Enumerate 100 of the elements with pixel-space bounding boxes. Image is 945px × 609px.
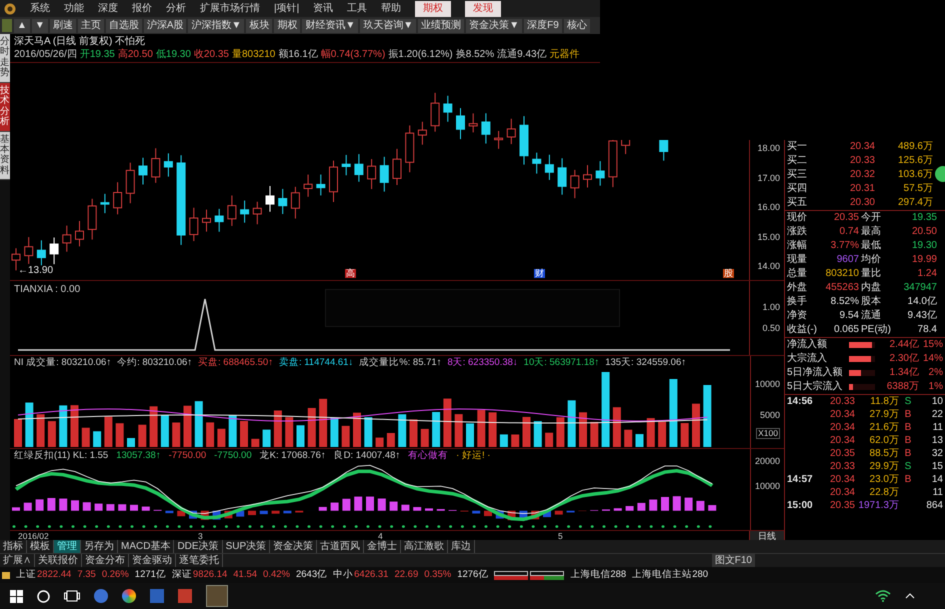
candlestick <box>380 156 389 192</box>
candlestick <box>570 169 580 199</box>
toolbar-button[interactable]: 期权 <box>274 18 300 32</box>
trade-side: B <box>904 474 912 484</box>
toolbar-button[interactable]: 核心 <box>564 18 590 32</box>
menu-item[interactable]: 发现 <box>465 0 502 16</box>
legend-item: 有心做有 <box>408 451 448 460</box>
tick-price: 20.34 <box>828 410 855 420</box>
side-tab[interactable]: 技术分析 <box>0 82 10 132</box>
side-tab[interactable]: 基本资料 <box>0 132 10 180</box>
side-tab[interactable]: 分时走势 <box>0 34 10 83</box>
trade-side: S <box>904 460 912 472</box>
app-icon[interactable] <box>122 589 136 603</box>
indicator-tab[interactable]: 管理 <box>54 540 81 553</box>
candlestick <box>126 162 135 204</box>
index-name: 中小 <box>333 570 354 580</box>
menu-item[interactable]: 报价 <box>132 4 152 14</box>
candlestick <box>494 130 504 150</box>
index-percent: 0.35% <box>424 570 452 580</box>
legend-item: -7750.00 <box>168 451 206 460</box>
wifi-icon[interactable] <box>875 590 891 602</box>
candlestick <box>392 148 402 186</box>
quote-value: 9607 <box>836 255 859 265</box>
toolbar-button[interactable]: 财经资讯▼ <box>302 18 358 32</box>
axis-label: 18.00 <box>757 142 780 154</box>
flow-percent: 15% <box>922 340 943 350</box>
index-value: 6426.31 <box>354 570 388 580</box>
candlestick <box>278 188 288 215</box>
quote-label: 最低 <box>861 241 882 251</box>
candlestick <box>506 118 516 145</box>
flow-label: 5日大宗流入 <box>787 382 844 392</box>
quote-field: 低19.30 <box>156 50 191 60</box>
axis-label: 5000 <box>760 411 780 420</box>
quote-label: 收益(-) <box>787 325 818 335</box>
bid-label: 买三 <box>787 170 808 180</box>
candlestick <box>75 220 84 247</box>
tick-price: 20.34 <box>828 436 855 446</box>
candlestick <box>88 198 97 240</box>
index-percent: 0.26% <box>102 570 129 580</box>
toolbar-button[interactable]: 沪深A股 <box>144 18 186 32</box>
toolbar-button[interactable]: 深度F9 <box>524 18 562 32</box>
candlestick <box>36 240 46 266</box>
quote-value: 3.77% <box>830 241 859 251</box>
toolbar-button[interactable]: 沪深指数▼ <box>188 18 244 32</box>
menu-item[interactable]: 分析 <box>166 4 186 14</box>
f10-button[interactable]: 图文F10 <box>712 554 755 567</box>
toolbar-button[interactable]: 玖天咨询▼ <box>360 18 416 32</box>
windows-icon[interactable] <box>10 590 23 602</box>
quote-label: 量比 <box>861 269 882 279</box>
candlestick <box>342 154 351 176</box>
quote-value: 20.35 <box>832 213 859 223</box>
candlestick <box>456 108 465 140</box>
bid-price: 20.31 <box>848 184 875 194</box>
indicator-label: TIANXIA : 0.00 <box>14 284 80 295</box>
tick-price: 20.33 <box>828 396 855 406</box>
toolbar-button[interactable]: 业绩预测 <box>418 18 464 32</box>
bid-price: 20.30 <box>848 198 875 208</box>
quote-value: 9.43亿 <box>906 311 937 321</box>
event-marker[interactable]: 财 <box>534 269 545 278</box>
period-tab[interactable]: 日线 <box>749 531 784 540</box>
candlestick <box>113 182 122 215</box>
date-label: 5 <box>558 531 563 540</box>
menu-item[interactable]: 系统 <box>30 4 50 14</box>
event-marker[interactable]: 高 <box>345 269 356 278</box>
toolbar-button[interactable]: 资金决策▼ <box>466 18 522 32</box>
tick-price: 20.33 <box>828 462 855 472</box>
menu-item[interactable]: 深度 <box>98 4 118 14</box>
menu-item[interactable]: 帮助 <box>381 4 402 14</box>
toolbar-button[interactable]: 板块 <box>246 18 272 32</box>
quote-field: 量803210 <box>232 50 276 60</box>
menu-item[interactable]: 扩展市场行情 <box>200 4 260 14</box>
toolbar-button[interactable]: 主页 <box>78 18 104 32</box>
toolbar-button[interactable]: 自选股 <box>106 18 142 32</box>
folder-icon[interactable] <box>2 572 10 578</box>
menu-item[interactable]: 工具 <box>347 4 368 14</box>
candlestick <box>202 209 211 232</box>
quote-value: 20.50 <box>910 227 937 237</box>
search-icon[interactable] <box>37 590 50 602</box>
menu-item[interactable]: 资讯 <box>313 4 334 14</box>
axis-label: 20000 <box>754 457 780 466</box>
trade-side: B <box>904 408 912 420</box>
tick-price: 20.34 <box>828 474 855 484</box>
toolbar-button[interactable]: ▲ <box>14 18 30 32</box>
menu-item[interactable]: 期权 <box>415 0 452 16</box>
toolbar-button[interactable]: 刷速 <box>50 18 76 32</box>
candlestick <box>12 248 20 271</box>
event-marker[interactable]: 股 <box>723 269 734 278</box>
caret-up-icon[interactable] <box>905 593 915 599</box>
quote-label: 换手 <box>787 297 808 307</box>
quote-label: 现价 <box>787 213 808 223</box>
task-view-icon[interactable] <box>64 590 80 602</box>
candlestick <box>266 185 274 212</box>
candlestick <box>316 174 326 196</box>
toolbar-button[interactable]: ▼ <box>32 18 48 32</box>
candlestick <box>151 148 160 184</box>
menu-item[interactable]: 功能 <box>64 4 84 14</box>
menu-item[interactable]: |项针| <box>274 4 300 14</box>
bid-volume: 489.6万 <box>896 142 933 152</box>
candlestick <box>304 174 313 198</box>
axis-label: 14.00 <box>757 260 780 272</box>
